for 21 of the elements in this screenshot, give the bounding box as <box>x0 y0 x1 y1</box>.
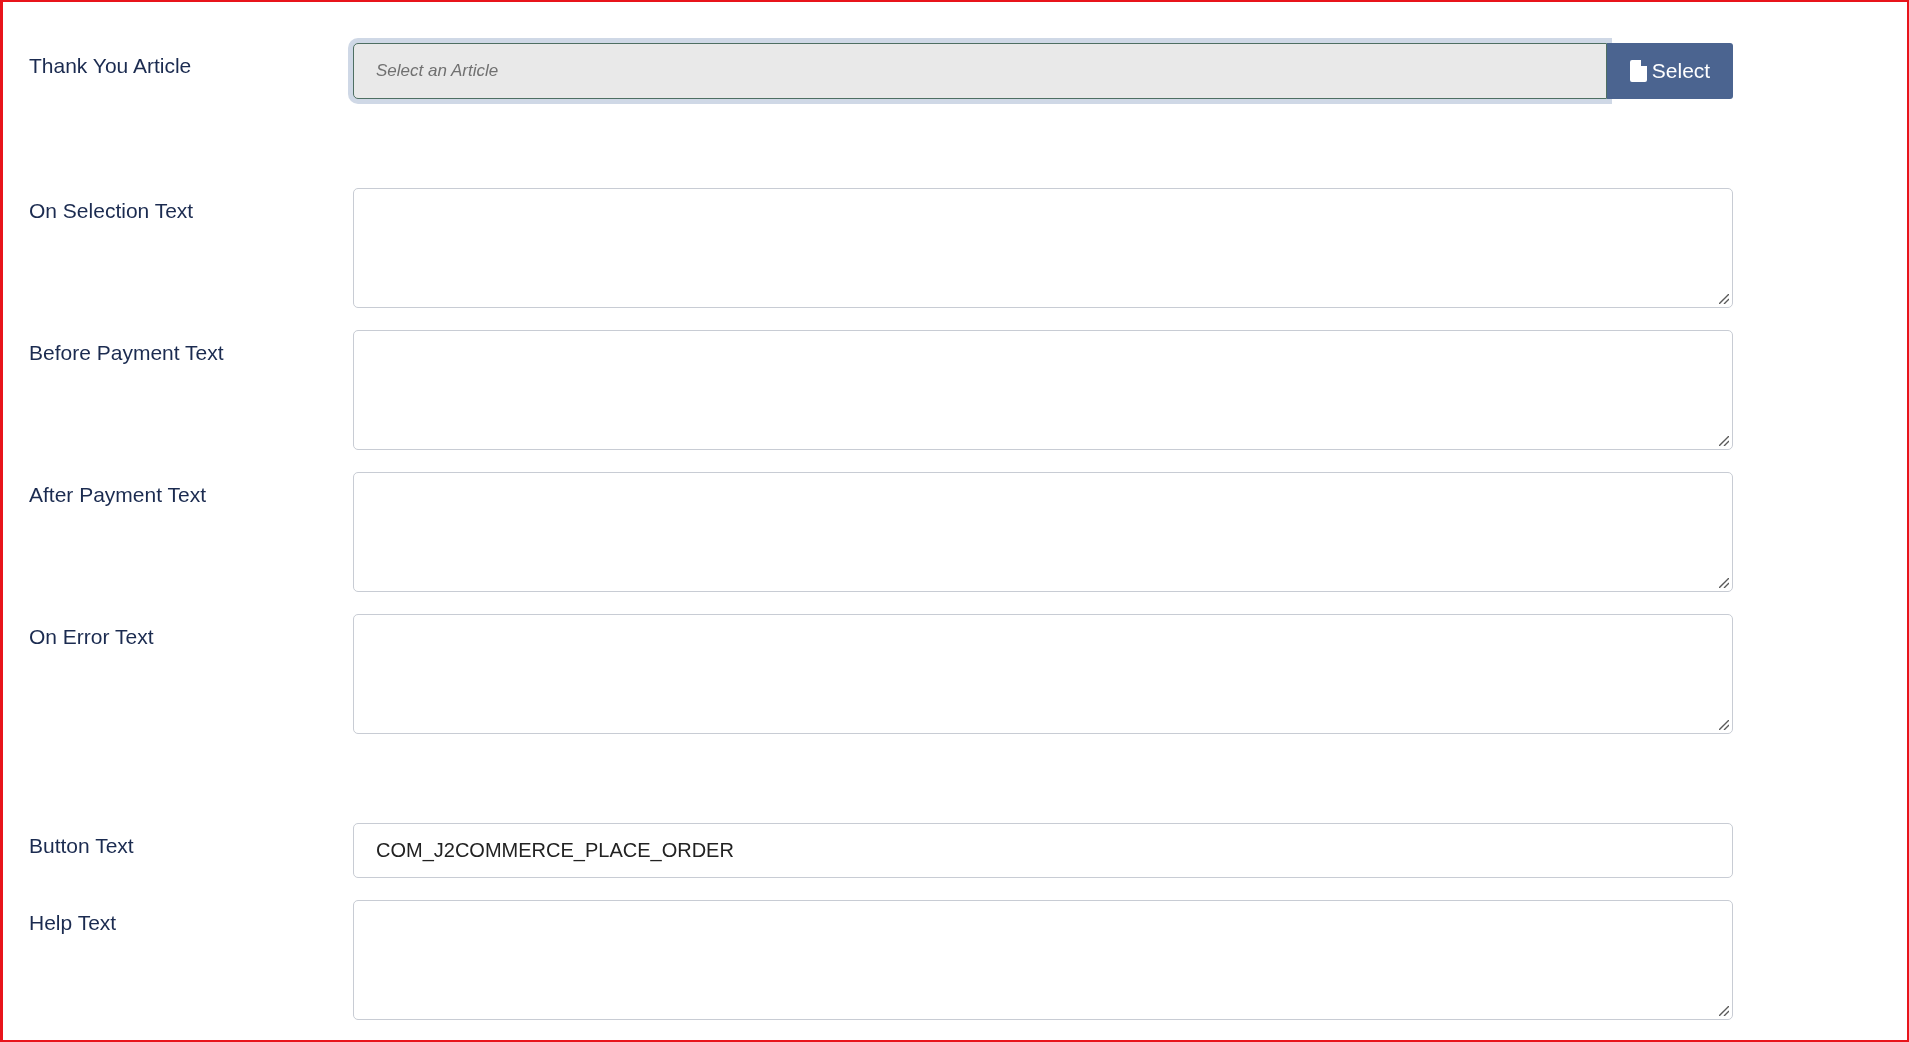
resize-grip-icon[interactable] <box>1719 720 1729 730</box>
resize-grip-icon[interactable] <box>1719 578 1729 588</box>
field-label: Help Text <box>29 910 117 936</box>
field-label: On Selection Text <box>29 198 194 224</box>
textarea-field[interactable] <box>353 188 1733 308</box>
resize-grip-icon[interactable] <box>1719 294 1729 304</box>
textarea-field[interactable] <box>353 472 1733 592</box>
field-label: Before Payment Text <box>29 340 224 366</box>
text-field[interactable]: COM_J2COMMERCE_PLACE_ORDER <box>353 823 1733 878</box>
field-label: Button Text <box>29 833 134 859</box>
file-icon <box>1629 60 1647 82</box>
field-label: On Error Text <box>29 624 154 650</box>
select-button[interactable]: Select <box>1607 43 1733 99</box>
field-label: Thank You Article <box>29 53 192 79</box>
field-label: After Payment Text <box>29 482 207 508</box>
resize-grip-icon[interactable] <box>1719 1006 1729 1016</box>
textarea-field[interactable] <box>353 614 1733 734</box>
textarea-field[interactable] <box>353 330 1733 450</box>
textarea-field[interactable] <box>353 900 1733 1020</box>
article-field[interactable]: Select an Article <box>353 43 1607 99</box>
resize-grip-icon[interactable] <box>1719 436 1729 446</box>
